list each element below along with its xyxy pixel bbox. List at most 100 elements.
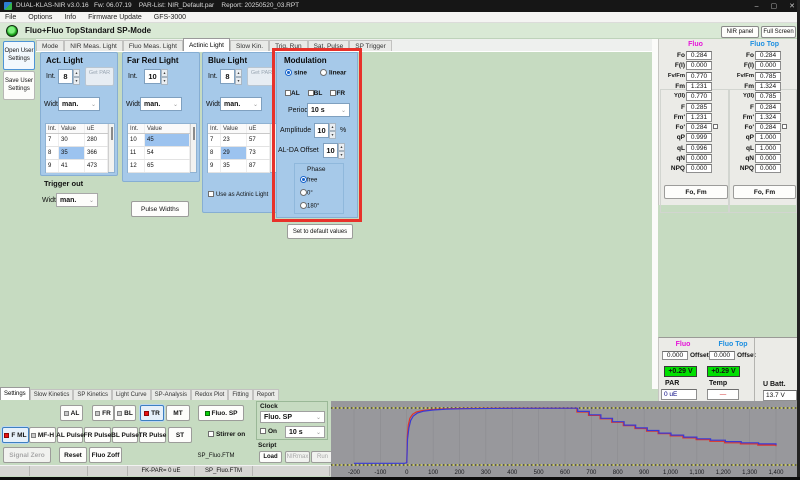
bottom-tab-redox-plot[interactable]: Redox Plot [191,389,228,400]
fr-mod-checkbox-row[interactable]: FR [330,90,345,97]
table-cell[interactable]: 10 [128,134,145,146]
table-cell[interactable]: 7 [208,134,221,146]
use-actinic-row[interactable]: Use as Actinic Light [208,191,268,198]
spinner-down-icon[interactable]: ▼ [161,77,168,85]
far-red-table[interactable]: Int.Value104511541265 [127,123,197,173]
open-user-settings-button[interactable]: Open User Settings [3,41,35,70]
tab-fluo-meas-light[interactable]: Fluo Meas. Light [123,40,183,51]
spinner-up-icon[interactable]: ▲ [338,143,345,151]
table-cell[interactable]: 12 [128,160,145,172]
clock-on-row[interactable]: On [260,428,277,435]
al-da-offset-spinner[interactable]: 10 ▲▼ [323,143,345,158]
spinner-down-icon[interactable]: ▼ [338,151,345,159]
table-cell[interactable]: 8 [208,147,221,159]
table-cell[interactable]: 30 [59,134,85,146]
table-cell[interactable]: 473 [85,160,108,172]
act-get-par-button[interactable]: Get PAR [85,67,114,86]
al-button[interactable]: AL [60,405,83,421]
mf-h-button[interactable]: MF-H [29,427,56,443]
table-cell[interactable]: 65 [145,160,190,172]
table-row[interactable]: 1045 [128,134,190,147]
act-int-spinner[interactable]: 8 ▲▼ [58,69,80,84]
load-button[interactable]: Load [259,451,282,463]
tab-actinic-light[interactable]: Actinic Light [183,38,230,51]
tab-nir-meas-light[interactable]: NIR Meas. Light [64,40,123,51]
period-select[interactable]: 10 s⌄ [307,103,350,117]
fluo-fo-prime-checkbox[interactable] [713,124,718,129]
table-cell[interactable]: 9 [46,160,59,172]
menu-item-gfs-3000[interactable]: GFS-3000 [154,14,186,21]
spinner-up-icon[interactable]: ▲ [329,123,336,131]
stirrer-checkbox[interactable] [208,431,214,437]
bl-button[interactable]: BL [114,405,136,421]
sine-radio[interactable]: sine [285,69,307,76]
bottom-tab-settings[interactable]: Settings [0,387,30,400]
table-cell[interactable]: 7 [46,134,59,146]
table-cell[interactable]: 8 [46,147,59,159]
phase-option-free[interactable]: free [300,176,317,183]
bl-width-select[interactable]: man.⌄ [220,97,262,111]
table-row[interactable]: 941473 [46,160,108,173]
clock-mode-select[interactable]: Fluo. SP⌄ [260,411,325,423]
table-cell[interactable]: 280 [85,134,108,146]
blue-light-table[interactable]: Int.ValueuE723578297393587 [207,123,277,173]
bl-mod-checkbox-row[interactable]: BL [308,90,323,97]
clock-on-checkbox[interactable] [260,428,266,434]
fluo-sp-button[interactable]: Fluo. SP [198,405,244,421]
table-scrollbar[interactable] [190,124,196,172]
amplitude-value[interactable]: 10 [314,123,329,138]
bottom-tab-slow-kinetics[interactable]: Slow Kinetics [30,389,74,400]
act-width-select[interactable]: man.⌄ [58,97,100,111]
phase-option-0[interactable]: 0° [300,189,313,196]
table-scrollbar[interactable] [108,124,114,172]
table-cell[interactable]: 35 [59,147,85,159]
amplitude-spinner[interactable]: 10 ▲▼ [314,123,336,138]
f-ml-button[interactable]: F ML [2,427,29,443]
act-light-table[interactable]: Int.ValueuE730280835366941473 [45,123,115,173]
signal-zero-button[interactable]: Signal Zero [3,447,51,463]
table-cell[interactable]: 87 [247,160,270,172]
table-cell[interactable]: 11 [128,147,145,159]
spinner-up-icon[interactable]: ▲ [235,69,242,77]
minimize-icon[interactable]: – [755,3,759,10]
bl-pulse-button[interactable]: BL Pulse [112,427,138,443]
table-cell[interactable]: 366 [85,147,108,159]
spinner-up-icon[interactable]: ▲ [161,69,168,77]
trigger-width-select[interactable]: man.⌄ [56,193,98,207]
fr-int-spinner[interactable]: 10 ▲▼ [144,69,168,84]
tab-slow-kin[interactable]: Slow Kin. [230,40,269,51]
full-screen-button[interactable]: Full Screen [761,26,796,38]
table-row[interactable]: 835366 [46,147,108,160]
menu-item-firmware-update[interactable]: Firmware Update [88,14,142,21]
table-row[interactable]: 93587 [208,160,270,173]
reset-button[interactable]: Reset [59,447,87,463]
measure-mode-icon[interactable] [6,25,18,37]
table-cell[interactable]: 57 [247,134,270,146]
mt-button[interactable]: MT [166,405,190,421]
fluo-top-fofm-button[interactable]: Fo, Fm [733,185,796,199]
table-cell[interactable]: 23 [221,134,247,146]
linear-radio[interactable]: linear [320,69,346,76]
fluo_top-fo-prime-checkbox[interactable] [782,124,787,129]
bl-int-spinner[interactable]: 8 ▲▼ [220,69,242,84]
table-row[interactable]: 1154 [128,147,190,160]
table-row[interactable]: 72357 [208,134,270,147]
fr-width-select[interactable]: man.⌄ [140,97,182,111]
tr-pulse-button[interactable]: TR Pulse [139,427,166,443]
spinner-down-icon[interactable]: ▼ [73,77,80,85]
tr-button[interactable]: TR [140,405,164,421]
set-default-values-button[interactable]: Set to default values [287,224,353,239]
use-actinic-checkbox[interactable] [208,191,214,197]
table-row[interactable]: 730280 [46,134,108,147]
table-cell[interactable]: 54 [145,147,190,159]
table-cell[interactable]: 45 [145,134,190,146]
al-pulse-button[interactable]: AL Pulse [57,427,83,443]
menu-item-info[interactable]: Info [64,14,76,21]
bottom-tab-sp-analysis[interactable]: SP-Analysis [151,389,191,400]
table-cell[interactable]: 35 [221,160,247,172]
table-cell[interactable]: 29 [221,147,247,159]
bottom-tab-report[interactable]: Report [253,389,279,400]
table-cell[interactable]: 9 [208,160,221,172]
table-row[interactable]: 82973 [208,147,270,160]
bottom-tab-light-curve[interactable]: Light Curve [112,389,151,400]
